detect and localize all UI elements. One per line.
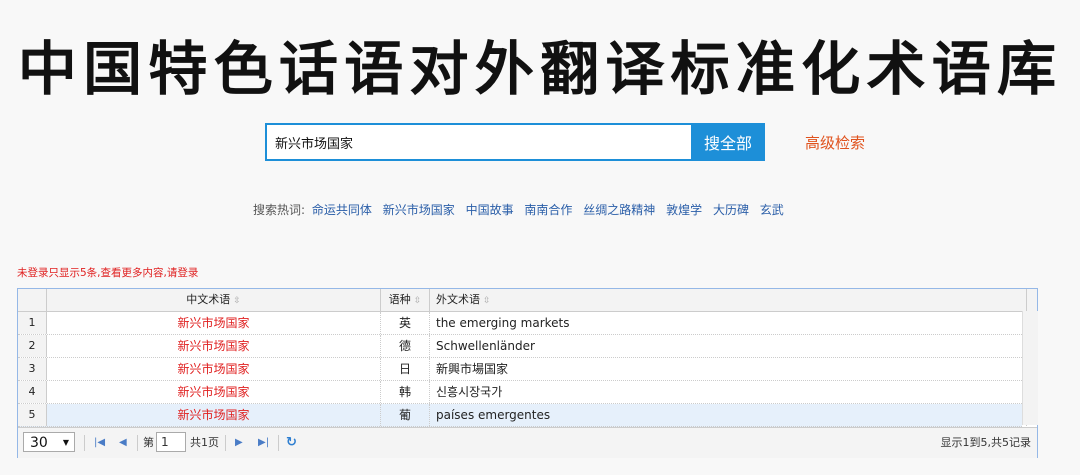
pager-separator xyxy=(278,435,279,451)
row-number: 3 xyxy=(18,358,47,380)
pager-separator xyxy=(84,435,85,451)
row-number: 1 xyxy=(18,312,47,334)
language-cell: 韩 xyxy=(381,381,430,403)
results-grid: 中文术语 ⇳ 语种 ⇳ 外文术语 ⇳ 1 新兴市场国家 英 the emerging … xyxy=(17,288,1038,458)
page-prefix-label: 第 xyxy=(143,436,154,449)
pager-separator xyxy=(225,435,226,451)
foreign-term-cell: Schwellenländer xyxy=(430,335,1027,357)
hot-words: 搜索热词: 命运共同体 新兴市场国家 中国故事 南南合作 丝绸之路精神 敦煌学 … xyxy=(253,201,791,218)
page-title: 中国特色话语对外翻译标准化术语库 xyxy=(17,35,1063,103)
table-row[interactable]: 3 新兴市场国家 日 新興市場国家 xyxy=(18,358,1027,381)
last-page-icon[interactable]: ▶| xyxy=(258,428,269,458)
vertical-scrollbar[interactable] xyxy=(1022,311,1038,425)
page-number-input[interactable]: 1 xyxy=(156,432,186,452)
sort-icon: ⇳ xyxy=(413,296,422,306)
column-header-language[interactable]: 语种 ⇳ xyxy=(381,289,430,311)
row-number-header xyxy=(18,289,47,311)
row-number: 4 xyxy=(18,381,47,403)
hot-word-link[interactable]: 丝绸之路精神 xyxy=(583,203,655,217)
row-number: 5 xyxy=(18,404,47,426)
login-notice[interactable]: 未登录只显示5条,查看更多内容,请登录 xyxy=(17,265,198,280)
page-size-select[interactable]: 30 ▼ xyxy=(23,432,75,452)
next-page-icon[interactable]: ▶ xyxy=(235,428,243,458)
grid-header: 中文术语 ⇳ 语种 ⇳ 外文术语 ⇳ xyxy=(18,289,1037,312)
advanced-search-link[interactable]: 高级检索 xyxy=(805,132,865,153)
hot-word-link[interactable]: 南南合作 xyxy=(524,203,572,217)
table-row-selected[interactable]: 5 新兴市场国家 葡 países emergentes xyxy=(18,404,1027,427)
table-row[interactable]: 2 新兴市场国家 德 Schwellenländer xyxy=(18,335,1027,358)
language-cell: 葡 xyxy=(381,404,430,426)
hot-word-link[interactable]: 玄武 xyxy=(760,203,784,217)
language-cell: 德 xyxy=(381,335,430,357)
pager-separator xyxy=(137,435,138,451)
sort-icon: ⇳ xyxy=(483,296,491,306)
foreign-term-cell: the emerging markets xyxy=(430,312,1027,334)
foreign-term-cell: países emergentes xyxy=(430,404,1027,426)
language-cell: 英 xyxy=(381,312,430,334)
hot-word-link[interactable]: 敦煌学 xyxy=(666,203,702,217)
refresh-icon[interactable]: ↻ xyxy=(286,428,297,458)
pagination-bar: 30 ▼ |◀ ◀ 第 1 共1页 ▶ ▶| ↻ 显示1到5,共5记录 xyxy=(18,427,1037,458)
hot-words-label: 搜索热词: xyxy=(253,203,306,217)
column-header-chinese-term[interactable]: 中文术语 ⇳ xyxy=(47,289,381,311)
pager-summary: 显示1到5,共5记录 xyxy=(940,436,1032,449)
language-cell: 日 xyxy=(381,358,430,380)
search-input[interactable] xyxy=(265,123,699,161)
search-all-button[interactable]: 搜全部 xyxy=(691,123,765,161)
chinese-term-cell: 新兴市场国家 xyxy=(47,381,381,403)
column-header-foreign-term[interactable]: 外文术语 ⇳ xyxy=(430,289,1027,311)
column-header-label: 中文术语 xyxy=(186,293,231,306)
foreign-term-cell: 新興市場国家 xyxy=(430,358,1027,380)
table-row[interactable]: 4 新兴市场国家 韩 신흥시장국가 xyxy=(18,381,1027,404)
page-total-label: 共1页 xyxy=(190,436,219,449)
table-row[interactable]: 1 新兴市场国家 英 the emerging markets xyxy=(18,312,1027,335)
row-number: 2 xyxy=(18,335,47,357)
chinese-term-cell: 新兴市场国家 xyxy=(47,404,381,426)
hot-word-link[interactable]: 新兴市场国家 xyxy=(383,203,455,217)
foreign-term-cell: 신흥시장국가 xyxy=(430,381,1027,403)
column-header-label: 语种 xyxy=(388,293,411,306)
hot-word-link[interactable]: 大历碑 xyxy=(713,203,749,217)
page-size-value: 30 xyxy=(30,435,48,451)
prev-page-icon[interactable]: ◀ xyxy=(119,428,127,458)
column-header-label: 外文术语 xyxy=(436,293,480,306)
chinese-term-cell: 新兴市场国家 xyxy=(47,335,381,357)
chinese-term-cell: 新兴市场国家 xyxy=(47,358,381,380)
hot-word-link[interactable]: 中国故事 xyxy=(466,203,514,217)
hot-word-link[interactable]: 命运共同体 xyxy=(312,203,372,217)
chinese-term-cell: 新兴市场国家 xyxy=(47,312,381,334)
dropdown-arrow-icon: ▼ xyxy=(62,438,69,447)
first-page-icon[interactable]: |◀ xyxy=(94,428,105,458)
sort-icon: ⇳ xyxy=(233,296,241,306)
